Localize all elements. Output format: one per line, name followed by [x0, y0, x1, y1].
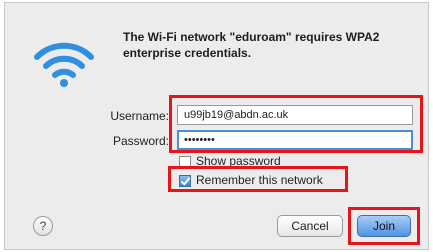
show-password-label: Show password — [196, 154, 281, 168]
dialog-message: The Wi-Fi network "eduroam" requires WPA… — [123, 30, 380, 60]
password-field[interactable]: •••••••• — [177, 130, 413, 150]
password-label: Password: — [112, 134, 169, 148]
remember-network-label: Remember this network — [196, 173, 323, 187]
username-field[interactable]: u99jb19@abdn.ac.uk — [177, 105, 413, 125]
username-label: Username: — [110, 109, 169, 123]
wifi-credentials-dialog: The Wi-Fi network "eduroam" requires WPA… — [4, 2, 429, 250]
show-password-checkbox[interactable]: Show password — [179, 154, 281, 170]
help-icon: ? — [39, 219, 47, 233]
help-button[interactable]: ? — [33, 216, 53, 236]
join-button[interactable]: Join — [357, 215, 411, 237]
remember-network-checkbox-box[interactable] — [179, 174, 191, 187]
wifi-icon — [34, 42, 94, 87]
cancel-button[interactable]: Cancel — [277, 215, 343, 237]
remember-network-checkbox[interactable]: Remember this network — [179, 173, 323, 189]
show-password-checkbox-box[interactable] — [179, 155, 191, 168]
